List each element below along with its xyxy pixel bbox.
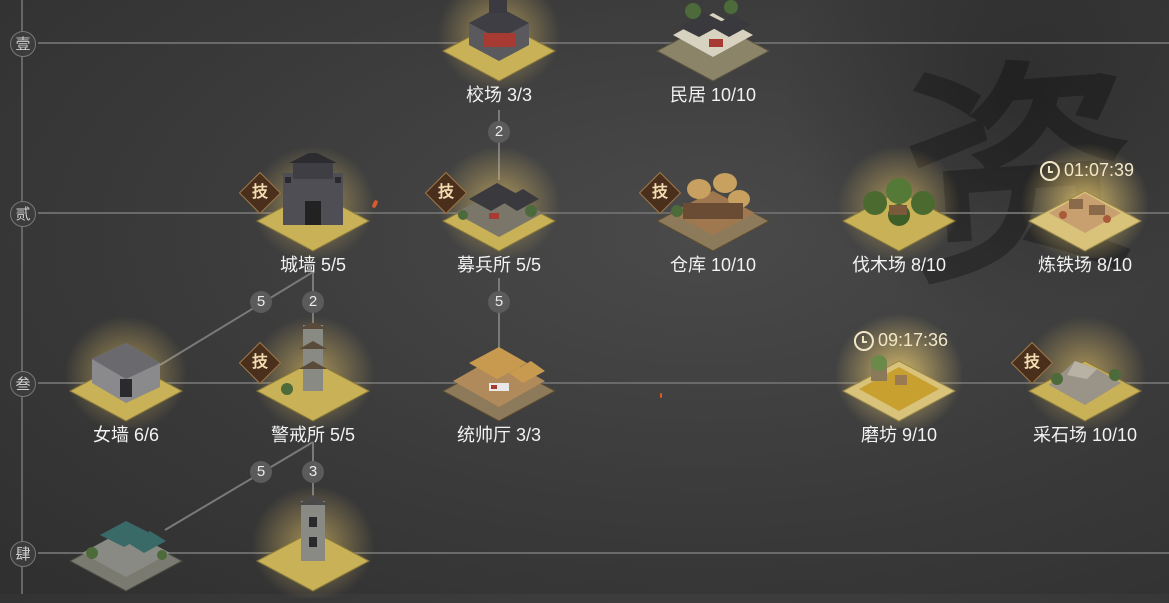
building-label: 城墙 5/5 [279, 255, 347, 275]
building-mubingsuo[interactable] [429, 138, 569, 263]
tech-badge-label: 技 [251, 184, 268, 201]
building-row4-tower[interactable] [243, 478, 383, 603]
building-chengqiang[interactable] [243, 138, 383, 263]
spark-effect [660, 393, 662, 398]
building-jiaochang-icon [441, 0, 557, 82]
building-label: 磨坊 9/10 [860, 425, 938, 445]
building-row4-left[interactable] [66, 493, 186, 603]
building-caishichang-icon [1027, 360, 1143, 422]
building-caishichang[interactable] [1015, 308, 1155, 433]
building-nvqiang-icon [68, 343, 184, 422]
timer-text: 01:07:39 [1063, 160, 1135, 180]
building-jingjiesuo-icon [255, 323, 371, 422]
building-minju-icon [655, 0, 771, 82]
building-mubingsuo-icon [441, 183, 557, 252]
building-tongshuaiting-icon [441, 347, 557, 422]
timer-text: 09:17:36 [877, 330, 949, 350]
building-row4-left-icon [68, 521, 184, 592]
building-nvqiang[interactable] [56, 308, 196, 433]
build-timer: 09:17:36 [853, 330, 949, 351]
building-label: 女墙 6/6 [92, 425, 160, 445]
building-row4-tower-icon [255, 495, 371, 592]
build-timer: 01:07:39 [1039, 160, 1135, 181]
building-label: 统帅厅 3/3 [456, 425, 542, 445]
tech-badge-label: 技 [437, 184, 454, 201]
tech-badge-label: 技 [1023, 354, 1040, 371]
building-famuchang[interactable] [829, 138, 969, 263]
building-label: 采石场 10/10 [1032, 425, 1138, 445]
building-label: 仓库 10/10 [669, 255, 757, 275]
tech-badge-label: 技 [251, 354, 268, 371]
building-cangku-icon [655, 173, 771, 252]
building-label: 民居 10/10 [669, 85, 757, 105]
clock-icon [1039, 160, 1060, 181]
building-label: 警戒所 5/5 [270, 425, 356, 445]
building-famuchang-icon [841, 178, 957, 252]
building-minju[interactable] [653, 0, 773, 93]
building-jiaochang[interactable] [429, 0, 569, 93]
building-label: 炼铁场 8/10 [1037, 255, 1133, 275]
building-label: 校场 3/3 [465, 85, 533, 105]
building-jingjiesuo[interactable] [243, 308, 383, 433]
clock-icon [853, 330, 874, 351]
connector-number: 5 [488, 291, 510, 313]
building-label: 募兵所 5/5 [456, 255, 542, 275]
building-chengqiang-icon [255, 153, 371, 252]
building-tongshuaiting[interactable] [439, 323, 559, 433]
building-label: 伐木场 8/10 [851, 255, 947, 275]
tech-badge-label: 技 [651, 184, 668, 201]
building-cangku[interactable] [653, 153, 773, 263]
